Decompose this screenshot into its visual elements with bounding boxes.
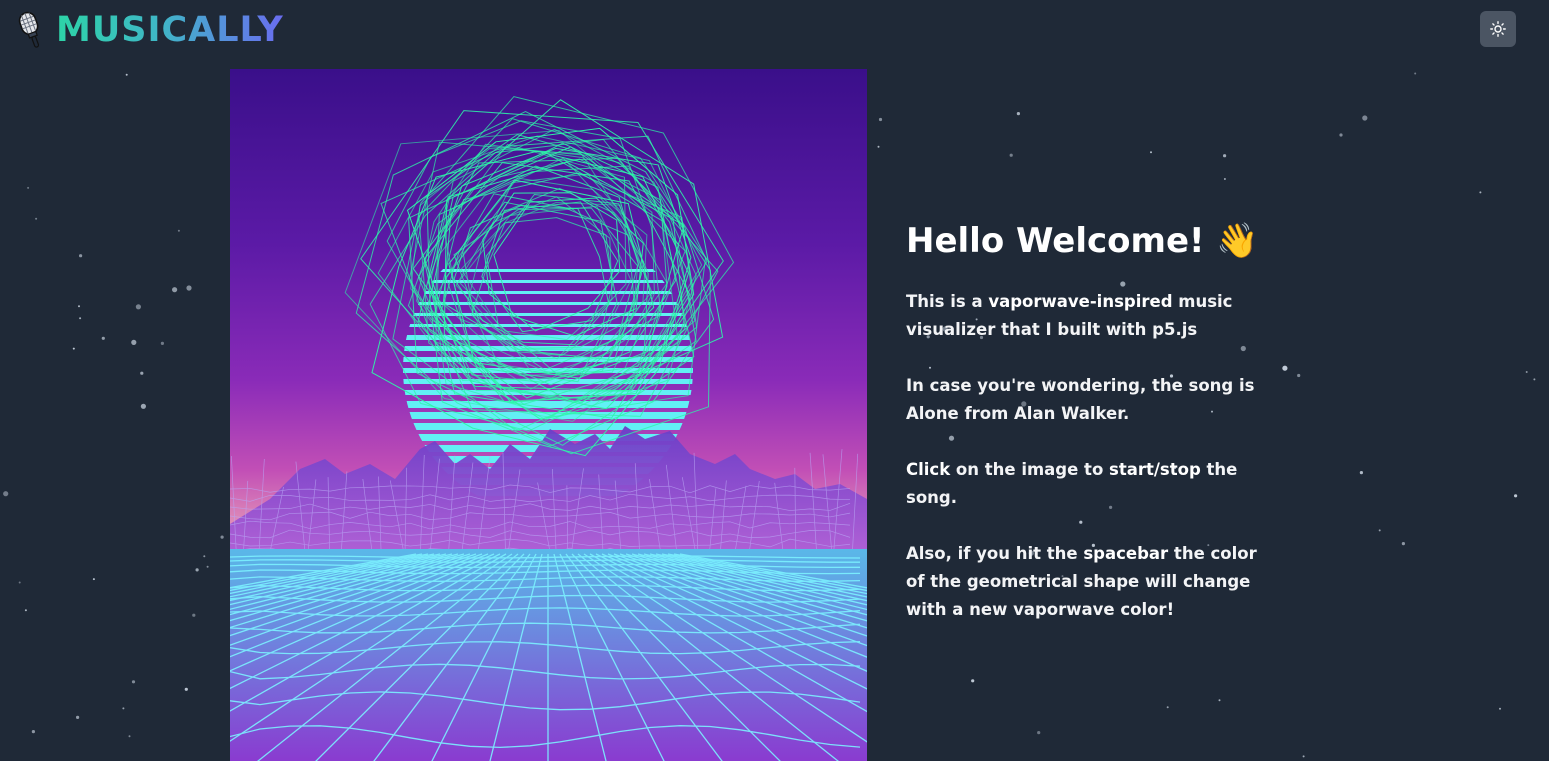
heading-text: Hello Welcome! [906, 221, 1205, 261]
click-text-b: on the image to [950, 460, 1110, 479]
start-stop-highlight: start/stop [1109, 460, 1201, 479]
click-paragraph: Click on the image to start/stop the son… [906, 456, 1266, 512]
microphone-icon [18, 11, 40, 48]
waving-hand-icon: 👋 [1216, 221, 1259, 261]
intro-paragraph: This is a vaporwave-inspired music visua… [906, 288, 1266, 344]
song-paragraph: In case you're wondering, the song is Al… [906, 372, 1266, 428]
logo[interactable]: MUSICALLY [14, 10, 284, 50]
sun-icon [1490, 21, 1506, 37]
song-text: In case you're wondering, the song is Al… [906, 376, 1255, 423]
intro-text-a: This is a [906, 292, 989, 311]
theme-toggle-button[interactable] [1480, 11, 1516, 47]
spacebar-paragraph: Also, if you hit the spacebar the color … [906, 540, 1266, 624]
logo-text: MUSICALLY [56, 10, 284, 50]
page: MUSICALLY Hello Welcome! 👋 This is a vap… [0, 0, 1549, 761]
visualizer-canvas[interactable] [230, 69, 867, 761]
vaporwave-artwork [230, 69, 867, 761]
spacebar-highlight: spacebar [1083, 544, 1169, 563]
spacebar-text-a: Also, if you hit the [906, 544, 1084, 563]
click-text-highlight: Click [906, 460, 951, 479]
welcome-heading: Hello Welcome! 👋 [906, 218, 1266, 264]
welcome-content: Hello Welcome! 👋 This is a vaporwave-ins… [906, 218, 1266, 652]
intro-text-highlight: vaporwave-inspired [988, 292, 1173, 311]
